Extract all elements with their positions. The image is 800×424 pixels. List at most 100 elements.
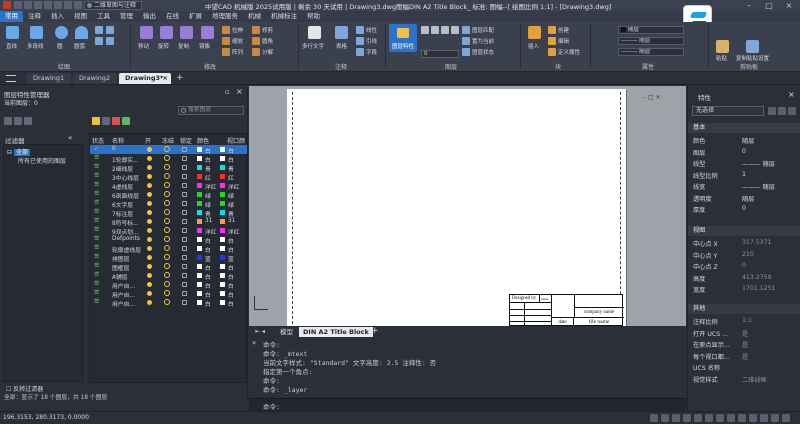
property-row[interactable]: 打开 UCS ... 是	[693, 329, 798, 338]
title-block[interactable]: Designed by name date company name file …	[509, 294, 624, 327]
bulb-icon[interactable]	[147, 282, 152, 287]
freeze-sun-icon[interactable]	[164, 218, 170, 224]
lock-icon[interactable]	[182, 174, 187, 179]
new-file-icon[interactable]	[14, 1, 22, 9]
property-row[interactable]: UCS 名称	[693, 363, 798, 372]
table-icon[interactable]	[335, 26, 348, 39]
layer-off-icon[interactable]	[421, 26, 429, 34]
mtext-button[interactable]: 多行文字	[302, 42, 324, 50]
freeze-sun-icon[interactable]	[164, 155, 170, 161]
property-row[interactable]: 线型 ——— 随层	[693, 159, 798, 168]
table-row[interactable]: ☰ Defpoints 白白	[90, 235, 247, 245]
save-as-icon[interactable]	[44, 1, 52, 9]
snap-icon[interactable]	[661, 414, 669, 422]
table-row[interactable]: ☰ 8符号标... 31 31	[90, 217, 247, 227]
menu-item-mech-dim[interactable]: 机械标注	[266, 11, 302, 22]
freeze-sun-icon[interactable]	[164, 281, 170, 287]
polyline-icon[interactable]	[30, 26, 43, 39]
panel-close-icon[interactable]: ×	[236, 87, 243, 96]
table-row[interactable]: ☰ 9双点划... 洋红 洋红	[90, 226, 247, 236]
layer-isolate-icon[interactable]	[431, 26, 439, 34]
color-swatch[interactable]	[197, 183, 202, 188]
table-row[interactable]: ☰ 用户自... 白 白	[90, 298, 247, 308]
property-row[interactable]: 颜色 随层	[693, 136, 798, 145]
paste-button[interactable]: 粘贴	[716, 54, 727, 62]
property-row[interactable]: 透明度 随层	[693, 194, 798, 203]
bulb-icon[interactable]	[147, 219, 152, 224]
vp-color-swatch[interactable]	[220, 147, 225, 152]
workspace-select[interactable]: 二维草图与注释	[84, 1, 142, 10]
pin-icon[interactable]: ▫	[225, 88, 230, 96]
menu-item-mech[interactable]: 机械	[243, 11, 266, 22]
annotation-scale-icon[interactable]	[727, 414, 735, 422]
table-row[interactable]: ☰ 7标注层青青	[90, 208, 247, 218]
property-row[interactable]: 在原点显示... 是	[693, 340, 798, 349]
vp-color-swatch[interactable]	[220, 174, 225, 179]
table-row[interactable]: ☰ 3中心线层红红	[90, 172, 247, 182]
freeze-sun-icon[interactable]	[164, 191, 170, 197]
property-row[interactable]: 每个视口都... 是	[693, 352, 798, 361]
mirror-icon[interactable]	[201, 26, 214, 39]
menu-item-manage[interactable]: 管理	[115, 11, 138, 22]
vp-color-swatch[interactable]	[220, 273, 225, 278]
cmd-close-icon[interactable]: ×	[252, 340, 260, 348]
color-swatch[interactable]	[197, 291, 202, 296]
layout-nav-icon[interactable]: ⇤ ◂	[255, 328, 265, 335]
color-swatch[interactable]	[197, 228, 202, 233]
copy-button[interactable]: 复制	[178, 42, 189, 50]
tab-layout-din-a2[interactable]: DIN A2 Title Block	[299, 327, 373, 337]
freeze-sun-icon[interactable]	[164, 182, 170, 188]
create-block-button[interactable]: 创建	[548, 26, 569, 34]
table-row[interactable]: ☰ 2细线层青青	[90, 163, 247, 173]
close-button[interactable]: ×	[780, 0, 798, 11]
bulb-icon[interactable]	[147, 255, 152, 260]
property-row[interactable]: 中心点 X 317.5371	[693, 239, 798, 248]
property-row[interactable]: 厚度 0	[693, 205, 798, 214]
array-button[interactable]: 阵列	[222, 48, 243, 56]
copy-paste-settings-button[interactable]: 复制粘贴设置	[736, 54, 769, 62]
line-button[interactable]: 直线	[6, 42, 17, 50]
table-row[interactable]: ☰ 排图层蓝蓝	[90, 253, 247, 263]
rotate-button[interactable]: 旋转	[158, 42, 169, 50]
bulb-icon[interactable]	[147, 210, 152, 215]
current-layer-select[interactable]: 0	[421, 50, 459, 58]
move-icon[interactable]	[140, 26, 153, 39]
col-freeze[interactable]: 冻结	[162, 136, 174, 145]
save-icon[interactable]	[34, 1, 42, 9]
col-on[interactable]: 开	[145, 136, 151, 145]
freeze-sun-icon[interactable]	[164, 146, 170, 152]
property-row[interactable]: 中心点 Z 0	[693, 262, 798, 271]
lock-icon[interactable]	[182, 156, 187, 161]
bulb-icon[interactable]	[147, 201, 152, 206]
set-current-button[interactable]: 置为当前	[462, 37, 494, 45]
col-vp-color[interactable]: 视口颜	[227, 136, 245, 145]
group-filter-icon[interactable]	[14, 117, 22, 125]
table-button[interactable]: 表格	[336, 42, 347, 50]
arc-icon[interactable]	[75, 26, 88, 39]
mtext-icon[interactable]	[308, 26, 321, 39]
color-swatch[interactable]	[197, 300, 202, 305]
maximize-button[interactable]: □	[760, 0, 778, 11]
property-row[interactable]: 高度 413.2759	[693, 274, 798, 283]
menu-item-online[interactable]: 在线	[161, 11, 184, 22]
table-row[interactable]: ☰ 6文字层绿绿	[90, 199, 247, 209]
color-swatch[interactable]	[197, 192, 202, 197]
trim-button[interactable]: 修剪	[252, 26, 273, 34]
workspace-icon[interactable]	[738, 414, 746, 422]
lock-icon[interactable]	[182, 282, 187, 287]
bulb-icon[interactable]	[147, 237, 152, 242]
edit-block-button[interactable]: 编辑	[548, 37, 569, 45]
fillet-button[interactable]: 圆角	[252, 37, 273, 45]
menu-item-help[interactable]: 帮助	[302, 11, 325, 22]
collapse-filters-icon[interactable]: «	[68, 134, 72, 142]
lock-icon[interactable]	[182, 183, 187, 188]
isolate-icon[interactable]	[749, 414, 757, 422]
osnap-icon[interactable]	[694, 414, 702, 422]
otrack-icon[interactable]	[705, 414, 713, 422]
bulb-icon[interactable]	[147, 246, 152, 251]
stretch-button[interactable]: 拉伸	[222, 26, 243, 34]
property-row[interactable]: 图层 0	[693, 148, 798, 157]
tab-drawing1[interactable]: Drawing1	[27, 73, 71, 84]
section-view[interactable]: 视图	[688, 226, 800, 236]
menu-item-geo[interactable]: 地理服务	[207, 11, 243, 22]
